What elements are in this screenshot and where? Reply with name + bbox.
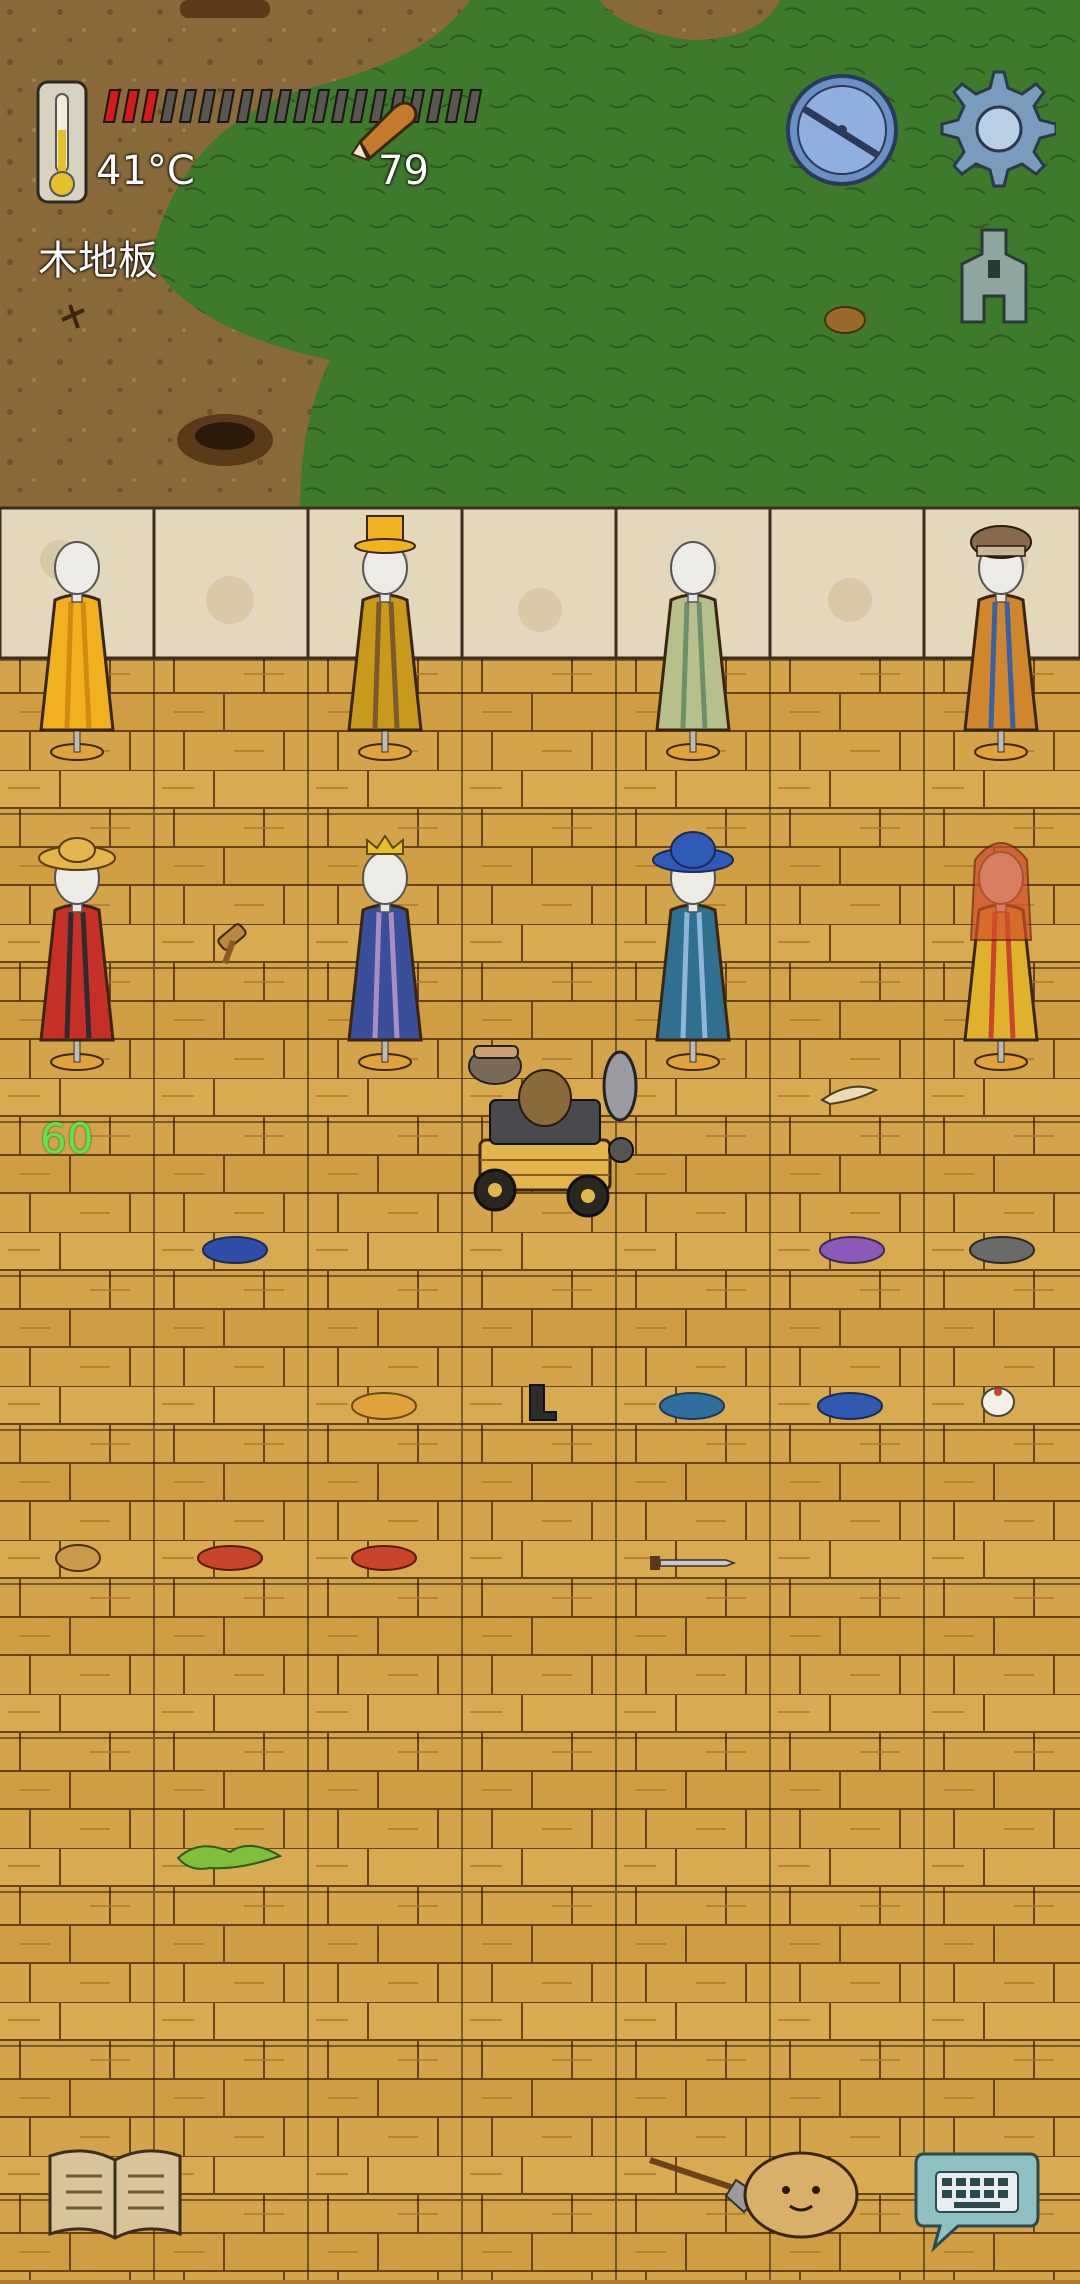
mannequin[interactable] xyxy=(963,842,1039,1071)
clothes-pile-blue[interactable] xyxy=(202,1236,268,1264)
chat-keyboard-button[interactable] xyxy=(914,2144,1040,2254)
clothes-pile-red[interactable] xyxy=(197,1545,263,1571)
floating-number: 60 xyxy=(40,1114,94,1163)
clothes-pile-royal[interactable] xyxy=(817,1392,883,1420)
clothes-pile-yellow[interactable] xyxy=(351,1392,417,1420)
recipe-book-button[interactable] xyxy=(44,2142,186,2242)
game-world[interactable]: 41°C 79 木地板 60 xyxy=(0,0,1080,2280)
teapot-item[interactable] xyxy=(981,1387,1015,1417)
stone-wall[interactable] xyxy=(0,506,1080,660)
clothes-pile-purple[interactable] xyxy=(819,1236,885,1264)
keyboard-chat-icon xyxy=(914,2152,1040,2253)
book-icon xyxy=(48,2149,182,2240)
compass-button[interactable] xyxy=(784,72,900,188)
rabbit-hole[interactable] xyxy=(177,414,273,466)
clothes-pile-grey[interactable] xyxy=(969,1236,1035,1264)
gear-icon xyxy=(940,70,1058,188)
emote-button[interactable] xyxy=(742,2150,860,2240)
clothes-pile-teal[interactable] xyxy=(659,1392,725,1420)
fashion-button[interactable] xyxy=(952,226,1036,326)
compass-icon xyxy=(786,74,898,186)
spade-coin-icon xyxy=(960,228,1028,324)
log-item[interactable] xyxy=(180,0,270,18)
basket-item-floor[interactable] xyxy=(55,1544,101,1572)
potato-face-icon xyxy=(743,2151,859,2239)
clothes-pile-red-2[interactable] xyxy=(351,1545,417,1571)
basket-item[interactable] xyxy=(824,306,866,334)
world-canvas[interactable] xyxy=(0,0,1080,2280)
settings-button[interactable] xyxy=(932,66,1058,190)
